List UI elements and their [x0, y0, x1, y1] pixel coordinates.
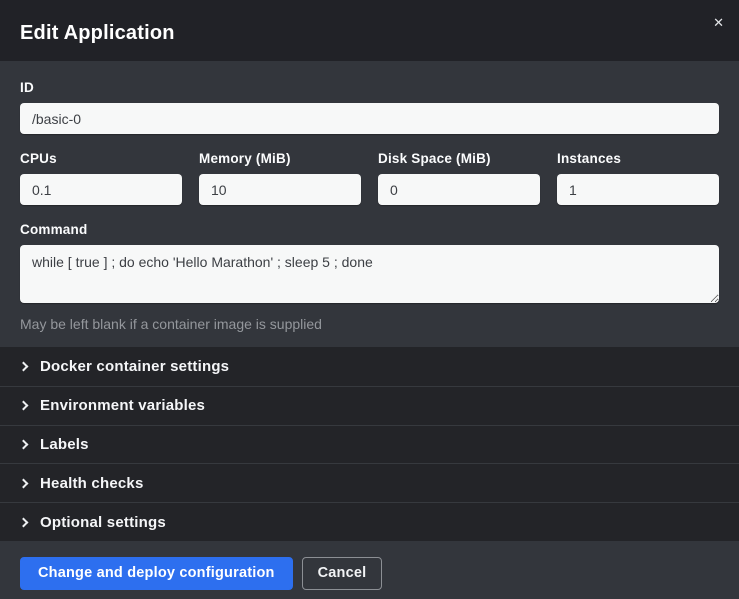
command-help-text: May be left blank if a container image i… [20, 316, 719, 332]
change-and-deploy-button[interactable]: Change and deploy configuration [20, 557, 293, 590]
command-label: Command [20, 222, 719, 237]
id-field-group: ID [20, 80, 719, 134]
accordion-label: Docker container settings [40, 358, 229, 375]
command-textarea[interactable]: while [ true ] ; do echo 'Hello Marathon… [20, 245, 719, 303]
close-icon[interactable]: ✕ [713, 16, 724, 29]
chevron-right-icon [19, 517, 29, 527]
accordion-label: Optional settings [40, 514, 166, 531]
resources-row: CPUs Memory (MiB) Disk Space (MiB) Insta… [20, 151, 719, 205]
cpus-field-group: CPUs [20, 151, 182, 205]
chevron-right-icon [19, 361, 29, 371]
memory-input[interactable] [199, 174, 361, 205]
accordion-optional-settings[interactable]: Optional settings [0, 502, 739, 541]
chevron-right-icon [19, 440, 29, 450]
chevron-right-icon [19, 478, 29, 488]
modal-header: Edit Application ✕ [0, 0, 739, 61]
accordion-labels[interactable]: Labels [0, 425, 739, 464]
id-input[interactable] [20, 103, 719, 134]
application-form: ID CPUs Memory (MiB) Disk Space (MiB) In… [0, 61, 739, 347]
modal-title: Edit Application [20, 22, 175, 45]
edit-application-modal: Edit Application ✕ ID CPUs Memory (MiB) … [0, 0, 739, 599]
cancel-button[interactable]: Cancel [302, 557, 383, 590]
accordion-label: Health checks [40, 475, 143, 492]
instances-field-group: Instances [557, 151, 719, 205]
accordion-sections: Docker container settings Environment va… [0, 347, 739, 541]
accordion-health-checks[interactable]: Health checks [0, 463, 739, 502]
accordion-label: Environment variables [40, 397, 205, 414]
command-field-group: Command while [ true ] ; do echo 'Hello … [20, 222, 719, 332]
disk-label: Disk Space (MiB) [378, 151, 540, 166]
modal-footer: Change and deploy configuration Cancel [0, 541, 739, 599]
cpus-label: CPUs [20, 151, 182, 166]
instances-label: Instances [557, 151, 719, 166]
instances-input[interactable] [557, 174, 719, 205]
accordion-docker-container-settings[interactable]: Docker container settings [0, 347, 739, 386]
memory-label: Memory (MiB) [199, 151, 361, 166]
id-label: ID [20, 80, 719, 95]
disk-field-group: Disk Space (MiB) [378, 151, 540, 205]
memory-field-group: Memory (MiB) [199, 151, 361, 205]
accordion-environment-variables[interactable]: Environment variables [0, 386, 739, 425]
chevron-right-icon [19, 401, 29, 411]
cpus-input[interactable] [20, 174, 182, 205]
accordion-label: Labels [40, 436, 89, 453]
disk-input[interactable] [378, 174, 540, 205]
